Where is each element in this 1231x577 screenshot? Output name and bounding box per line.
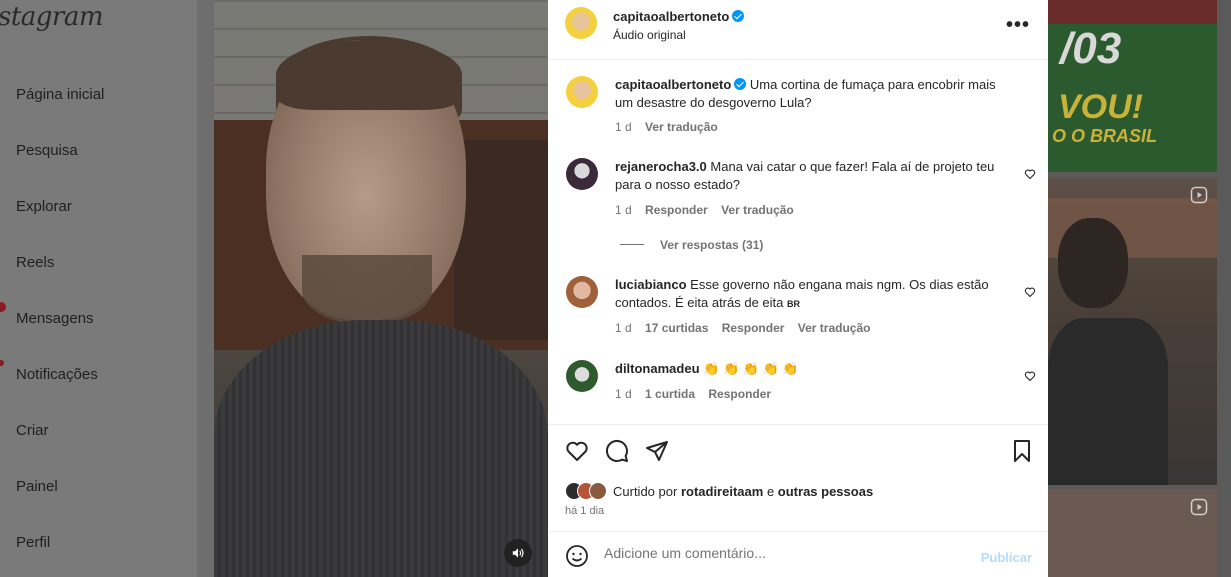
comment-text: 👏 👏 👏 👏 👏 [703, 361, 799, 376]
tile-text-1: /03 [1060, 24, 1122, 73]
speaker-icon [512, 548, 524, 558]
translate-link[interactable]: Ver tradução [798, 321, 871, 335]
verified-badge-icon [734, 78, 747, 90]
translate-link[interactable]: Ver tradução [721, 203, 794, 217]
commenter-avatar[interactable] [566, 360, 598, 392]
emoji-icon[interactable] [565, 544, 589, 568]
sidebar-item-search[interactable]: Pesquisa [16, 142, 78, 159]
commenter-avatar[interactable] [566, 158, 598, 190]
instagram-logo[interactable]: stagram [0, 2, 104, 32]
reel-icon [1190, 498, 1208, 516]
action-bar: Curtido por rotadireitaam e outras pesso… [548, 424, 1048, 531]
like-heart-icon[interactable] [565, 439, 589, 463]
share-icon[interactable] [645, 439, 669, 463]
commenter-avatar[interactable] [566, 276, 598, 308]
comment-like-icon[interactable] [1024, 370, 1036, 382]
post-caption: capitaoalbertoneto Uma cortina de fumaça… [566, 76, 1036, 136]
comment-time[interactable]: 1 d [615, 203, 632, 217]
overlay-backdrop[interactable] [197, 0, 214, 577]
post-header: capitaoalbertoneto Áudio original ••• [548, 0, 1048, 60]
comment-item: diltonamadeu 👏 👏 👏 👏 👏 1 d 1 curtida Res… [566, 360, 1036, 410]
sidebar: stagram Página inicial Pesquisa Explorar… [0, 0, 197, 577]
audio-label[interactable]: Áudio original [613, 28, 686, 42]
liked-by-others[interactable]: outras pessoas [778, 484, 873, 499]
liked-by-conj: e [766, 483, 775, 499]
comment-input[interactable] [604, 545, 964, 561]
more-options-icon[interactable]: ••• [1006, 14, 1030, 37]
comment-time[interactable]: 1 d [615, 321, 632, 335]
sidebar-item-home[interactable]: Página inicial [16, 86, 104, 103]
sidebar-item-profile[interactable]: Perfil [16, 534, 50, 551]
commenter-username[interactable]: rejanerocha3.0 [615, 159, 707, 174]
comment-icon[interactable] [605, 439, 629, 463]
post-video[interactable] [214, 0, 548, 577]
background-feed: /03 VOU! O O BRASIL [1048, 0, 1231, 577]
comment-like-icon[interactable] [1024, 168, 1036, 180]
view-replies-link[interactable]: Ver respostas (31) [620, 238, 763, 252]
comment-item: rejanerocha3.0 Mana vai catar o que faze… [566, 158, 1036, 218]
comment-likes[interactable]: 17 curtidas [645, 321, 708, 335]
liker-avatar[interactable] [589, 482, 607, 500]
audio-toggle-button[interactable] [504, 539, 532, 567]
caption-time[interactable]: 1 d [615, 120, 632, 134]
sidebar-item-explore[interactable]: Explorar [16, 198, 72, 215]
comment-time[interactable]: 1 d [615, 387, 632, 401]
caption-username[interactable]: capitaoalbertoneto [615, 77, 731, 92]
liked-by: Curtido por rotadireitaam e outras pesso… [565, 482, 873, 500]
comment-likes[interactable]: 1 curtida [645, 387, 695, 401]
author-username[interactable]: capitaoalbertoneto [613, 9, 729, 24]
reply-link[interactable]: Responder [722, 321, 785, 335]
sidebar-item-create[interactable]: Criar [16, 422, 49, 439]
reel-icon [1190, 186, 1208, 204]
comment-item: luciabianco Esse governo não engana mais… [566, 276, 1036, 336]
save-bookmark-icon[interactable] [1010, 439, 1034, 463]
comment-like-icon[interactable] [1024, 286, 1036, 298]
commenter-username[interactable]: luciabianco [615, 277, 687, 292]
post-panel: capitaoalbertoneto Áudio original ••• ca… [548, 0, 1048, 577]
commenter-username[interactable]: diltonamadeu [615, 361, 700, 376]
feed-tile[interactable] [1048, 490, 1217, 577]
notifications-badge [0, 360, 4, 366]
post-timestamp[interactable]: há 1 dia [565, 505, 604, 517]
caption-avatar[interactable] [566, 76, 598, 108]
liked-by-user[interactable]: rotadireitaam [681, 484, 763, 499]
sidebar-item-reels[interactable]: Reels [16, 254, 54, 271]
sidebar-item-messages[interactable]: Mensagens [16, 310, 94, 327]
tile-text-3: O O BRASIL [1052, 126, 1158, 146]
tile-text-2: VOU! [1058, 88, 1143, 126]
messages-badge [0, 302, 6, 312]
feed-tile[interactable] [1048, 178, 1217, 485]
add-comment-bar: Publicar [548, 531, 1048, 577]
verified-badge-icon [732, 10, 745, 22]
publish-button[interactable]: Publicar [981, 550, 1032, 565]
feed-tile[interactable]: /03 VOU! O O BRASIL [1048, 0, 1217, 172]
flag-emoji: BR [787, 299, 801, 309]
reply-link[interactable]: Responder [645, 203, 708, 217]
reply-link[interactable]: Responder [708, 387, 771, 401]
author-avatar[interactable] [565, 7, 597, 39]
translate-link[interactable]: Ver tradução [645, 120, 718, 134]
liked-by-prefix: Curtido por [613, 483, 678, 499]
sidebar-item-dashboard[interactable]: Painel [16, 478, 58, 495]
sidebar-item-notifications[interactable]: Notificações [16, 366, 98, 383]
